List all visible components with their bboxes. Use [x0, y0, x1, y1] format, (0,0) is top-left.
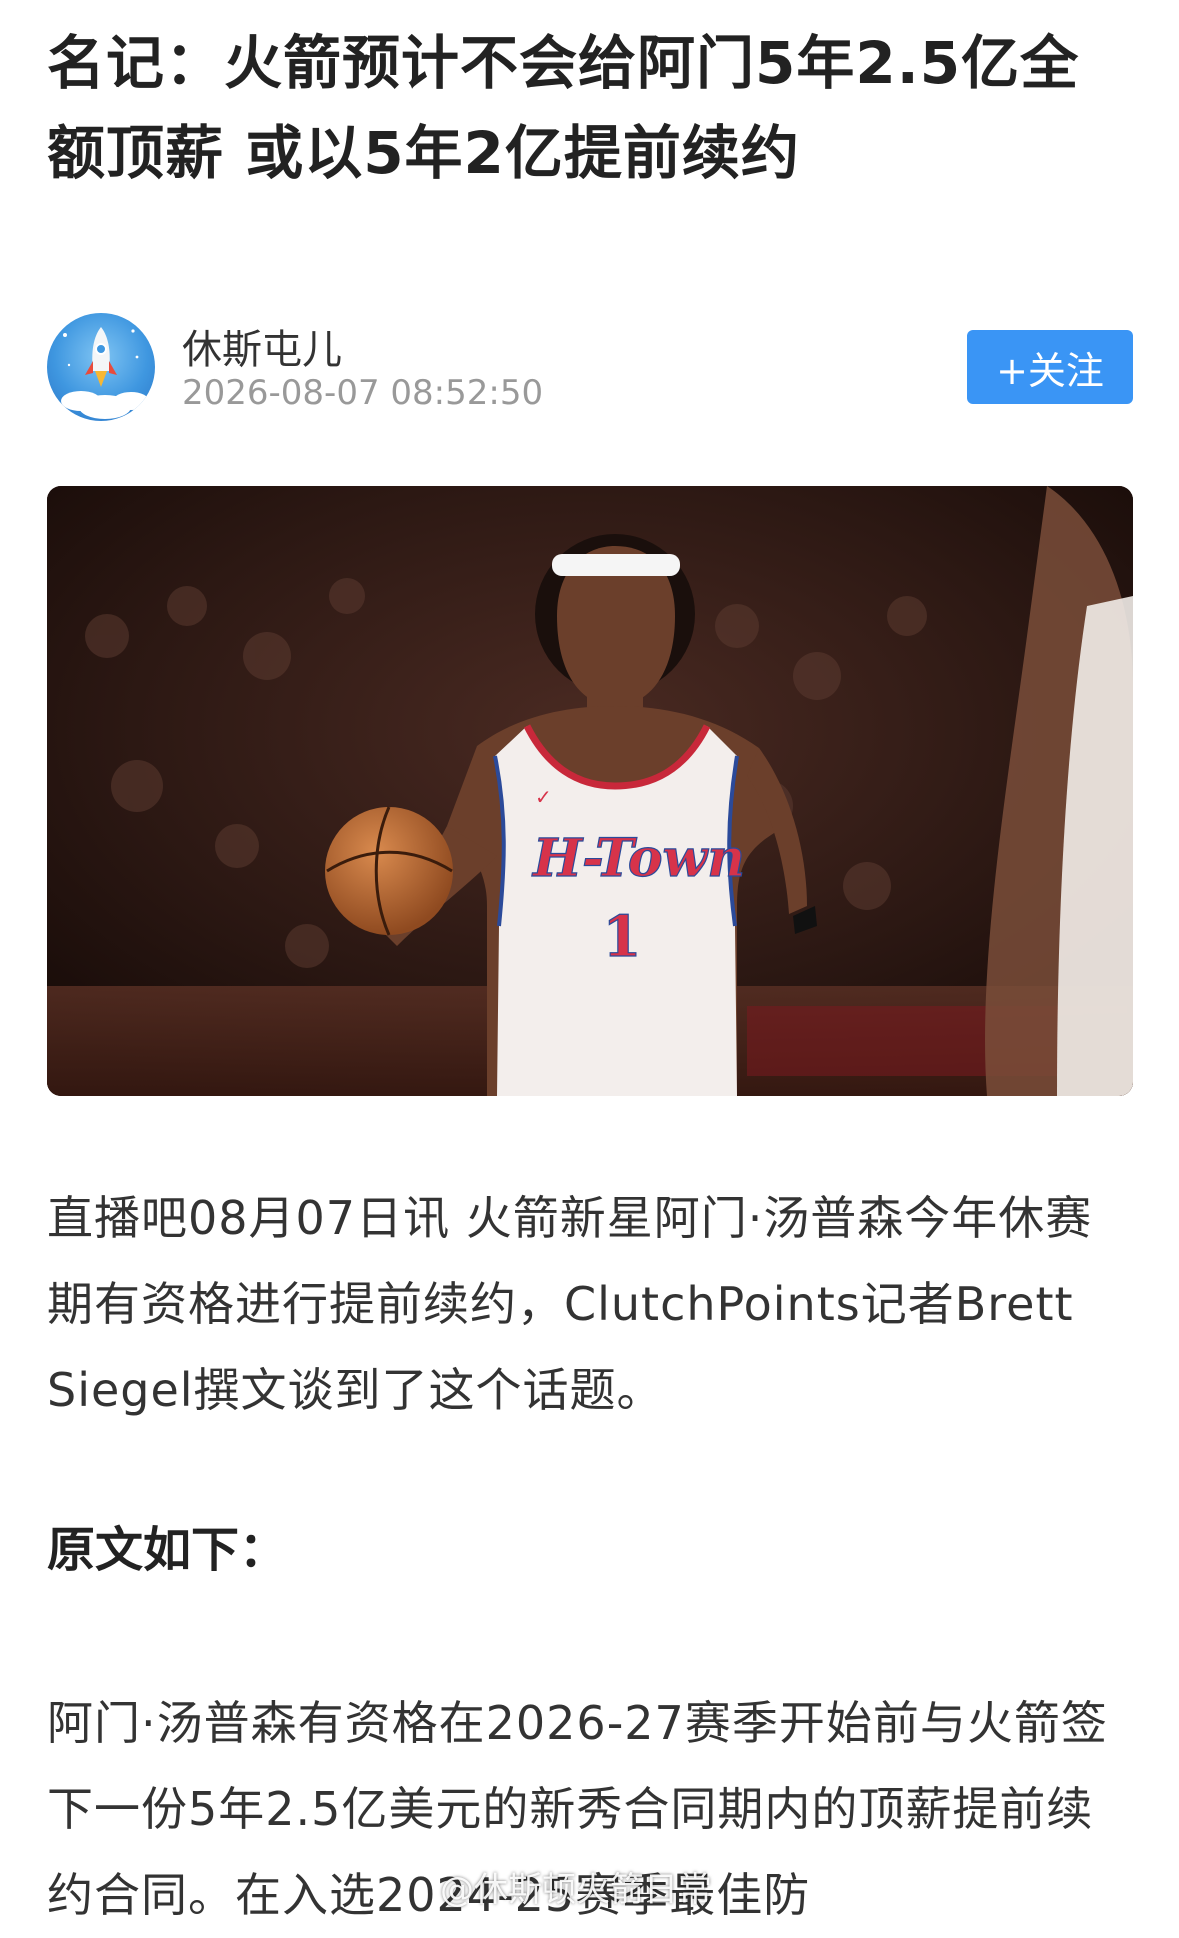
follow-button[interactable]: +关注 — [967, 330, 1133, 404]
article-paragraph-1: 直播吧08月07日讯 火箭新星阿门·汤普森今年休赛期有资格进行提前续约，Clut… — [47, 1191, 1093, 1417]
rocket-icon — [61, 327, 149, 419]
jersey-number: 1 — [603, 904, 642, 970]
basketball-player-photo: ✓ H-Town 1 — [47, 486, 1133, 1096]
rocket-avatar-icon[interactable] — [47, 313, 155, 421]
publish-time: 2026-08-07 08:52:50 — [182, 373, 544, 413]
article-title: 名记：火箭预计不会给阿门5年2.5亿全额顶薪 或以5年2亿提前续约 — [47, 29, 1080, 187]
author-name[interactable]: 休斯屯儿 — [182, 317, 342, 375]
svg-text:✓: ✓ — [535, 785, 552, 809]
article-subheading: 原文如下： — [47, 1522, 288, 1578]
hero-image[interactable]: ✓ H-Town 1 — [47, 486, 1133, 1096]
weibo-watermark: @休斯顿火箭日常 — [440, 1870, 712, 1910]
jersey-text: H-Town — [531, 828, 745, 889]
author-row: 休斯屯儿 2026-08-07 08:52:50 +关注 — [47, 313, 1133, 423]
